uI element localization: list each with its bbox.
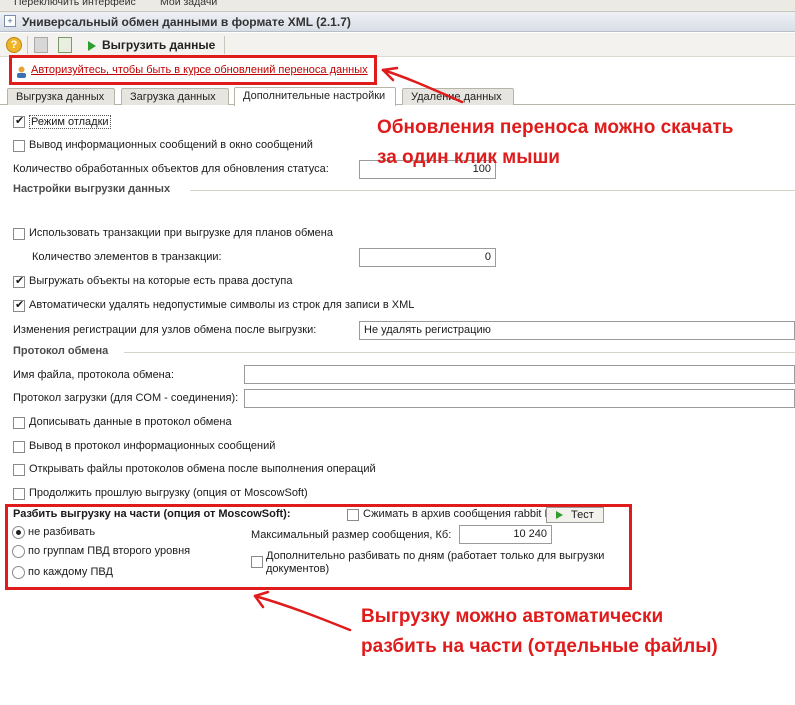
annotation-top-line1: Обновления переноса можно скачать bbox=[377, 117, 734, 138]
annotation-bottom-line2: разбить на части (отдельные файлы) bbox=[361, 636, 718, 657]
annotation-bottom-line1: Выгрузку можно автоматически bbox=[361, 606, 664, 627]
arrow-top bbox=[381, 68, 464, 104]
arrow-bottom bbox=[253, 594, 352, 632]
annotation-top-line2: за один клик мыши bbox=[377, 147, 560, 168]
annotation-arrows bbox=[253, 66, 464, 632]
